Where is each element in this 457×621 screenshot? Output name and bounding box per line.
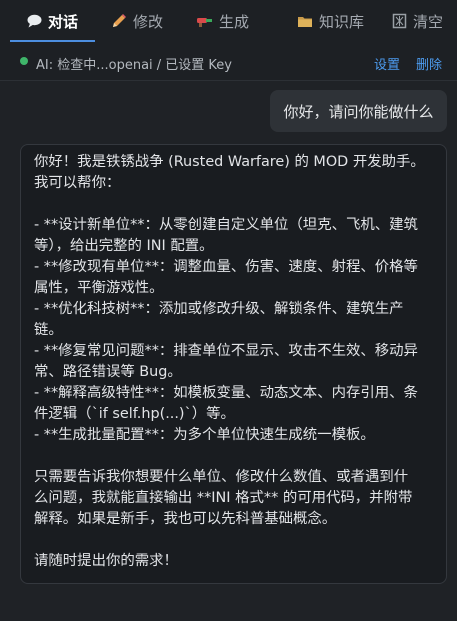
user-message-text: 你好，请问你能做什么	[283, 102, 434, 121]
assistant-line: - **设计新单位**：从零创建自定义单位（坦克、飞机、建筑	[34, 217, 418, 233]
assistant-line	[34, 194, 434, 215]
assistant-line: 请随时提出你的需求！	[34, 553, 178, 569]
assistant-line: - **修复常见问题**：排查单位不显示、攻击不生效、移动异	[34, 343, 418, 359]
assistant-line: - **修改现有单位**：调整血量、伤害、速度、射程、价格等	[34, 259, 418, 275]
tab-chat-label: 对话	[48, 12, 79, 31]
pencil-icon	[111, 13, 127, 29]
active-tab-indicator	[10, 40, 95, 42]
assistant-line: 解释。如果是新手，我也可以先科普基础概念。	[34, 511, 337, 527]
assistant-line: 只需要告诉我你想要什么单位、修改什么数值、或者遇到什	[34, 469, 409, 485]
assistant-line: - **解释高级特性**：如模板变量、动态文本、内存引用、条	[34, 385, 418, 401]
tab-generate[interactable]: 生成	[196, 0, 249, 42]
assistant-line: 等），给出完整的 INI 配置。	[34, 238, 214, 254]
tab-clear-label: 清空	[413, 12, 444, 31]
assistant-line: 常、路径错误等 Bug。	[34, 364, 182, 380]
assistant-message-bubble: 你好！我是铁锈战争 (Rusted Warfare) 的 MOD 开发助手。 我…	[20, 144, 447, 584]
tab-generate-label: 生成	[219, 12, 250, 31]
assistant-line: 么问题，我就能直接输出 **INI 格式** 的可用代码，并附带	[34, 490, 413, 506]
tab-modify-label: 修改	[133, 12, 164, 31]
assistant-line: 链。	[34, 322, 63, 338]
assistant-line: 我可以帮你：	[34, 175, 121, 191]
delete-link[interactable]: 删除	[416, 54, 442, 73]
tab-bar: 对话 修改 生成 知识库 清空	[0, 0, 457, 44]
assistant-line: 属性，平衡游戏性。	[34, 280, 164, 296]
tab-knowledge-base[interactable]: 知识库	[297, 0, 364, 42]
paint-brush-icon	[196, 13, 213, 29]
folder-icon	[297, 14, 313, 28]
status-dot-icon	[20, 57, 28, 65]
assistant-line: 你好！我是铁锈战争 (Rusted Warfare) 的 MOD 开发助手。	[34, 154, 425, 170]
settings-link[interactable]: 设置	[374, 54, 400, 73]
tab-knowledge-base-label: 知识库	[319, 12, 365, 31]
tab-chat[interactable]: 对话	[27, 0, 78, 42]
ai-status-text: AI: 检查中...openai / 已设置 Key	[36, 58, 233, 73]
tab-clear[interactable]: 清空	[392, 0, 443, 42]
assistant-line	[34, 446, 434, 467]
assistant-line: - **生成批量配置**：为多个单位快速生成统一模板。	[34, 427, 375, 443]
assistant-line	[34, 530, 434, 551]
user-message-bubble: 你好，请问你能做什么	[270, 90, 447, 132]
chat-bubble-icon	[27, 14, 42, 28]
assistant-line: 件逻辑（`if self.hp(...)`）等。	[34, 406, 235, 422]
tab-modify[interactable]: 修改	[111, 0, 163, 42]
trash-icon	[392, 13, 407, 29]
assistant-line: - **优化科技树**：添加或修改升级、解锁条件、建筑生产	[34, 301, 404, 317]
status-bar: AI: 检查中...openai / 已设置 Key 设置 删除	[0, 43, 457, 81]
